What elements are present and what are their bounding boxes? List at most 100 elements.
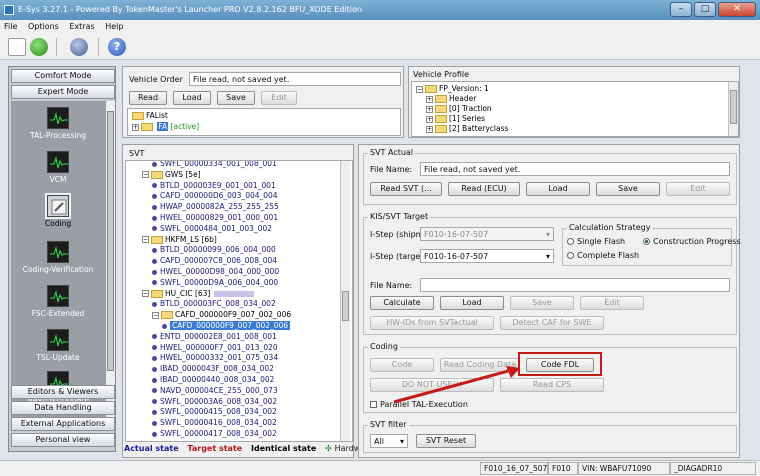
svt-tree-item[interactable]: BTLD_000003E9_001_001_001	[152, 181, 276, 190]
data-handling-button[interactable]: Data Handling	[11, 401, 115, 415]
nav-item-tsl-update[interactable]: TSL-Update	[11, 329, 105, 362]
kis-save-button[interactable]: Save	[510, 296, 574, 310]
svt-tree-item[interactable]: ENTD_000002E8_001_008_001	[152, 332, 277, 341]
radio-single-flash[interactable]: Single Flash	[567, 237, 625, 246]
svt-tree-folder[interactable]: − HKFM_LS [6b]	[142, 235, 217, 244]
kis-filename-field[interactable]	[420, 278, 730, 292]
istep-target-select[interactable]: F010-16-07-507 ▾	[420, 249, 554, 263]
edit-button[interactable]: Edit	[261, 91, 297, 105]
svt-reset-button[interactable]: SVT Reset	[416, 434, 476, 448]
minimize-button[interactable]: –	[670, 2, 692, 17]
folder-icon	[425, 85, 437, 93]
waveform-icon	[47, 107, 69, 129]
svt-tree-item[interactable]: HWAP_0000082A_255_255_255	[152, 202, 279, 211]
svt-actual-save-button[interactable]: Save	[596, 182, 660, 196]
collapse-icon[interactable]: −	[142, 236, 149, 244]
external-applications-button[interactable]: External Applications	[11, 417, 115, 431]
detect-caf-button[interactable]: Detect CAF for SWE	[500, 316, 604, 330]
radio-icon	[567, 252, 574, 259]
module-icon	[152, 247, 157, 253]
expand-icon[interactable]: +	[132, 123, 139, 131]
nav-scrollbar[interactable]	[105, 101, 115, 417]
svt-actual-load-button[interactable]: Load	[526, 182, 590, 196]
kis-edit-button[interactable]: Edit	[580, 296, 644, 310]
maximize-button[interactable]: □	[694, 2, 716, 17]
svt-scrollbar[interactable]	[340, 161, 350, 441]
read-svt-button[interactable]: Read SVT (...	[370, 182, 442, 196]
svt-tree-item[interactable]: BTLD_000003FC_008_034_002	[152, 299, 276, 308]
radio-construction-progress[interactable]: Construction Progress	[643, 237, 741, 246]
nav-item-vcm[interactable]: VCM	[11, 151, 105, 184]
read-ecu-button[interactable]: Read (ECU)	[448, 182, 520, 196]
svt-tree-item[interactable]: SWFL_00000416_008_034_002	[152, 418, 277, 427]
module-icon	[152, 215, 157, 221]
kis-load-button[interactable]: Load	[440, 296, 504, 310]
svt-tree-item[interactable]: CAFD_000007C8_006_008_004	[152, 256, 277, 265]
collapse-icon[interactable]: −	[152, 311, 159, 319]
svt-tree-item[interactable]: SWFL_00000334_001_008_001	[152, 161, 277, 168]
personal-view-button[interactable]: Personal view	[11, 433, 115, 447]
tree-node-header[interactable]: + Header	[426, 94, 476, 103]
radio-complete-flash[interactable]: Complete Flash	[567, 251, 639, 260]
hw-ids-button[interactable]: HW-IDs from SVTactual	[370, 316, 494, 330]
load-button[interactable]: Load	[173, 91, 211, 105]
svt-tree-item[interactable]: SWFL_00000415_008_034_002	[152, 407, 277, 416]
tree-node-series[interactable]: + [1] Series	[426, 114, 485, 123]
editors-viewers-button[interactable]: Editors & Viewers	[11, 385, 115, 399]
tree-node-falist[interactable]: FAList	[132, 111, 168, 120]
svt-tree-item[interactable]: SWFL_00000417_008_034_002	[152, 429, 277, 438]
istep-shipm-select[interactable]: F010-16-07-507 ▾	[420, 227, 554, 241]
expert-mode-button[interactable]: Expert Mode	[11, 85, 115, 99]
svt-filter-select[interactable]: All ▾	[370, 434, 408, 448]
collapse-icon[interactable]: −	[142, 171, 149, 179]
svt-tree-folder[interactable]: − CAFD_000000F9_007_002_006	[152, 310, 291, 320]
svt-tree-item[interactable]: HWEL_00000829_001_000_001	[152, 213, 278, 222]
svt-tree-item[interactable]: HWEL_000000F7_001_013_020	[152, 343, 278, 352]
nav-item-coding[interactable]: Coding	[11, 193, 105, 228]
help-icon[interactable]: ?	[108, 38, 126, 56]
svt-tree-item[interactable]: IBAD_0000043F_008_034_002	[152, 364, 274, 373]
menu-extras[interactable]: Extras	[65, 20, 98, 34]
svt-tree-folder[interactable]: − HU_CIC [63]	[142, 289, 255, 298]
window-title: E-Sys 3.27.1 - Powered By TokenMaster's …	[18, 5, 362, 14]
menu-help[interactable]: Help	[101, 20, 127, 34]
nav-item-tal-processing[interactable]: TAL-Processing	[11, 107, 105, 140]
nav-item-fsc-extended[interactable]: FSC-Extended	[11, 285, 105, 318]
svt-tree-item[interactable]: NAVD_000004CE_255_000_073	[152, 386, 278, 395]
svt-tree-item[interactable]: IBAD_00000440_008_034_002	[152, 375, 274, 384]
svt-tree-item[interactable]: BTLD_00000099_006_004_000	[152, 245, 276, 254]
svt-tree: SWFL_00000334_001_008_001 − GWS [5e] BTLD_0…	[125, 160, 353, 442]
menu-options[interactable]: Options	[24, 20, 63, 34]
vehicle-order-field[interactable]: File read, not saved yet.	[189, 72, 401, 86]
tree-node-fp-version[interactable]: − FP_Version: 1	[416, 84, 489, 93]
calculate-button[interactable]: Calculate	[370, 296, 434, 310]
menu-file[interactable]: File	[0, 20, 21, 34]
collapse-icon[interactable]: −	[142, 290, 149, 298]
svt-tree-item[interactable]: SWFL_000003A6_008_034_002	[152, 397, 277, 406]
folder-icon	[151, 235, 163, 244]
blank-page-icon[interactable]	[8, 38, 26, 56]
tree-node-batteryclass[interactable]: + [2] Batteryclass	[426, 124, 508, 133]
vehicle-profile-scrollbar[interactable]	[728, 82, 738, 136]
svt-tree-folder[interactable]: − GWS [5e]	[142, 170, 201, 179]
radio-icon	[567, 238, 574, 245]
nav-item-coding-verification[interactable]: Coding-Verification	[11, 241, 105, 274]
gear-icon[interactable]	[70, 38, 88, 56]
svt-tree-item[interactable]: HWEL_00000332_001_075_034	[152, 353, 278, 362]
close-button[interactable]: ✕	[718, 2, 756, 17]
read-button[interactable]: Read	[129, 91, 167, 105]
svt-tree-label: CAFD_000007C8_006_008_004	[160, 256, 278, 266]
svt-tree-item[interactable]: CAFD_000000D6_003_004_004	[152, 191, 278, 200]
svt-tree-item[interactable]: CAFD_000000F9_007_002_006	[162, 321, 291, 330]
comfort-mode-button[interactable]: Comfort Mode	[11, 69, 115, 83]
svt-tree-item[interactable]: SWFL_00000D9A_006_004_000	[152, 278, 278, 287]
green-arrow-icon[interactable]	[30, 38, 48, 56]
tree-node-traction[interactable]: + [0] Traction	[426, 104, 492, 113]
svt-tree-item[interactable]: HWEL_00000D98_004_000_000	[152, 267, 279, 276]
svt-actual-filename-field[interactable]: File read, not saved yet.	[420, 162, 730, 176]
save-button[interactable]: Save	[217, 91, 255, 105]
svt-tree-label: CAFD_000000D6_003_004_004	[160, 191, 278, 201]
svt-tree-item[interactable]: SWFL_0000484_001_003_002	[152, 224, 272, 233]
svt-actual-edit-button[interactable]: Edit	[666, 182, 730, 196]
tree-node-fa[interactable]: + FA [active]	[132, 122, 199, 131]
